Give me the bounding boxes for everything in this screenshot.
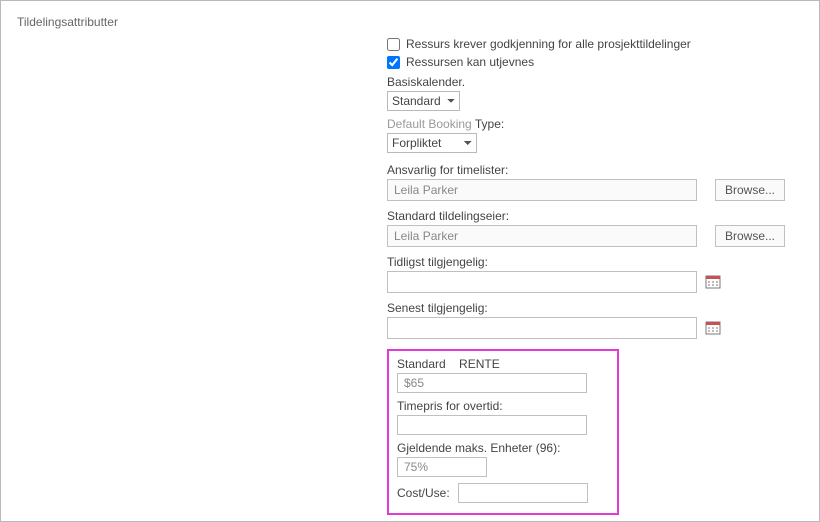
timesheet-approver-browse-button[interactable]: Browse... [715,179,785,201]
basis-calendar-label: Basiskalender. [387,75,807,89]
calendar-icon[interactable] [705,274,721,290]
approval-checkbox-row: Ressurs krever godkjenning for alle pros… [387,37,807,51]
earliest-available-label: Tidligst tilgjengelig: [387,255,807,269]
section-title: Tildelingsattributter [17,15,803,29]
attributes-panel: Tildelingsattributter Ressurs krever god… [0,0,820,522]
leveling-label: Ressursen kan utjevnes [406,55,534,69]
latest-available-input[interactable] [387,317,697,339]
default-booking-label-dim: Default Booking [387,117,472,131]
timesheet-approver-label: Ansvarlig for timelister: [387,163,807,177]
rates-highlight-box: Standard RENTE Timepris for overtid: Gje… [387,349,619,515]
form-content: Ressurs krever godkjenning for alle pros… [387,37,807,515]
calendar-icon[interactable] [705,320,721,336]
approval-label: Ressurs krever godkjenning for alle pros… [406,37,691,51]
earliest-available-input[interactable] [387,271,697,293]
timesheet-approver-row: Browse... [387,179,807,201]
cost-use-label: Cost/Use: [397,486,450,500]
approval-checkbox[interactable] [387,38,400,51]
max-units-label: Gjeldende maks. Enheter (96): [397,441,609,455]
default-booking-label: Default Booking Type: [387,117,807,131]
assignment-owner-browse-button[interactable]: Browse... [715,225,785,247]
cost-use-input[interactable] [458,483,588,503]
basis-calendar-select[interactable]: Standard [387,91,460,111]
overtime-rate-input[interactable] [397,415,587,435]
leveling-checkbox-row: Ressursen kan utjevnes [387,55,807,69]
standard-rate-label: Standard RENTE [397,357,609,371]
assignment-owner-input[interactable] [387,225,697,247]
assignment-owner-row: Browse... [387,225,807,247]
leveling-checkbox[interactable] [387,56,400,69]
max-units-input[interactable] [397,457,487,477]
earliest-available-row [387,271,807,293]
default-booking-label-rest: Type: [475,117,504,131]
standard-rate-input[interactable] [397,373,587,393]
timesheet-approver-input[interactable] [387,179,697,201]
default-booking-select[interactable]: Forpliktet [387,133,477,153]
cost-use-row: Cost/Use: [397,483,609,503]
latest-available-label: Senest tilgjengelig: [387,301,807,315]
overtime-rate-label: Timepris for overtid: [397,399,609,413]
latest-available-row [387,317,807,339]
assignment-owner-label: Standard tildelingseier: [387,209,807,223]
